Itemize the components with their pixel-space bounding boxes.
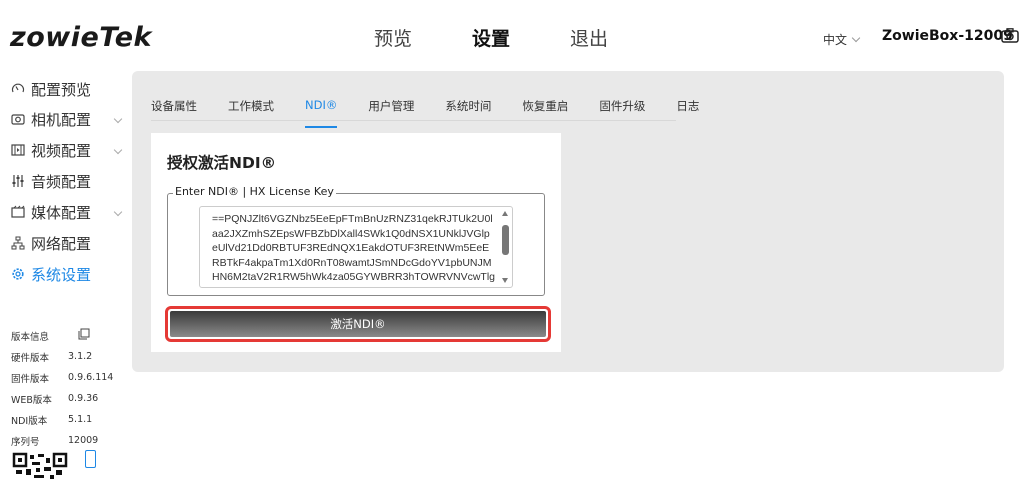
info-key: 序列号 (11, 436, 40, 448)
info-value: 3.1.2 (68, 351, 93, 362)
sidebar-item-label: 相机配置 (31, 110, 92, 129)
sidebar-item-label: 媒体配置 (31, 203, 92, 222)
sidebar-item-media[interactable]: 媒体配置 (11, 201, 123, 223)
network-icon (11, 236, 25, 250)
dashboard-icon (11, 83, 25, 93)
sidebar-item-network[interactable]: 网络配置 (11, 232, 121, 254)
sidebar-item-system[interactable]: 系统设置 (11, 263, 121, 285)
sidebar-item-video[interactable]: 视频配置 (11, 139, 123, 161)
film-icon (11, 144, 25, 156)
tab-restore-reboot[interactable]: 恢复重启 (522, 98, 568, 120)
chevron-down-icon (113, 145, 123, 155)
language-select[interactable]: 中文 (823, 31, 861, 48)
camera-icon[interactable] (1001, 28, 1019, 43)
chevron-down-icon (113, 207, 123, 217)
ndi-license-card: 授权激活NDI® Enter NDI® | HX License Key ==P… (151, 133, 561, 352)
device-name: ZowieBox-12009 (882, 28, 1013, 44)
sidebar-item-label: 网络配置 (31, 234, 92, 253)
tab-work-mode[interactable]: 工作模式 (228, 98, 274, 120)
tab-ndi[interactable]: NDI® (305, 98, 338, 128)
tab-user-management[interactable]: 用户管理 (368, 98, 414, 120)
tab-system-time[interactable]: 系统时间 (445, 98, 491, 120)
info-key: 固件版本 (11, 373, 50, 385)
sidebar-item-label: 系统设置 (31, 265, 92, 284)
scroll-down-icon[interactable] (502, 278, 508, 283)
phone-icon[interactable] (85, 450, 96, 468)
info-value: 0.9.6.114 (68, 372, 114, 383)
copy-icon[interactable] (78, 328, 90, 340)
license-legend: Enter NDI® | HX License Key (173, 185, 336, 198)
brand-logo: zowieTek (10, 22, 152, 53)
chevron-down-icon (113, 114, 123, 124)
tab-log[interactable]: 日志 (676, 98, 699, 120)
sidebar-item-label: 音频配置 (31, 172, 92, 191)
card-title: 授权激活NDI® (167, 154, 277, 172)
nav-settings[interactable]: 设置 (472, 24, 510, 51)
nav-logout[interactable]: 退出 (570, 24, 608, 51)
info-key: NDI版本 (11, 415, 48, 427)
top-nav: 预览 设置 退出 (374, 24, 668, 51)
info-value: 12009 (68, 435, 99, 446)
qr-code-icon (12, 452, 68, 480)
activate-ndi-button[interactable]: 激活NDI® (170, 311, 546, 337)
license-key-textarea[interactable]: ==PQNJZlt6VGZNbz5EeEpFTmBnUzRNZ31qekRJTU… (199, 206, 513, 288)
version-info: 版本信息 硬件版本 3.1.2 固件版本 0.9.6.114 WEB版本 0.9.36… (11, 325, 113, 451)
scroll-up-icon[interactable] (502, 211, 508, 216)
sidebar-item-audio[interactable]: 音频配置 (11, 170, 121, 192)
media-icon (11, 205, 25, 218)
language-label: 中文 (823, 33, 848, 47)
info-value: 5.1.1 (68, 414, 93, 425)
sidebar-item-label: 视频配置 (31, 141, 92, 160)
nav-preview[interactable]: 预览 (374, 24, 412, 51)
sidebar-item-label: 配置预览 (31, 80, 92, 99)
chevron-down-icon (851, 33, 861, 42)
sidebar-item-overview[interactable]: 配置预览 (11, 78, 121, 100)
scroll-thumb[interactable] (502, 225, 509, 255)
gear-icon (12, 268, 24, 280)
tab-firmware-upgrade[interactable]: 固件升级 (599, 98, 645, 120)
info-key: WEB版本 (11, 394, 52, 406)
info-value: 0.9.36 (68, 393, 99, 404)
tab-device-properties[interactable]: 设备属性 (151, 98, 197, 120)
info-key: 硬件版本 (11, 352, 50, 364)
equalizer-icon (12, 175, 24, 187)
info-title: 版本信息 (11, 331, 50, 343)
license-key-value: ==PQNJZlt6VGZNbz5EeEpFTmBnUzRNZ31qekRJTU… (212, 213, 495, 287)
scrollbar[interactable] (502, 211, 509, 283)
camera-icon (11, 114, 25, 125)
sidebar-item-camera[interactable]: 相机配置 (11, 108, 123, 130)
settings-tabs: 设备属性 工作模式 NDI® 用户管理 系统时间 恢复重启 固件升级 日志 (151, 98, 699, 128)
